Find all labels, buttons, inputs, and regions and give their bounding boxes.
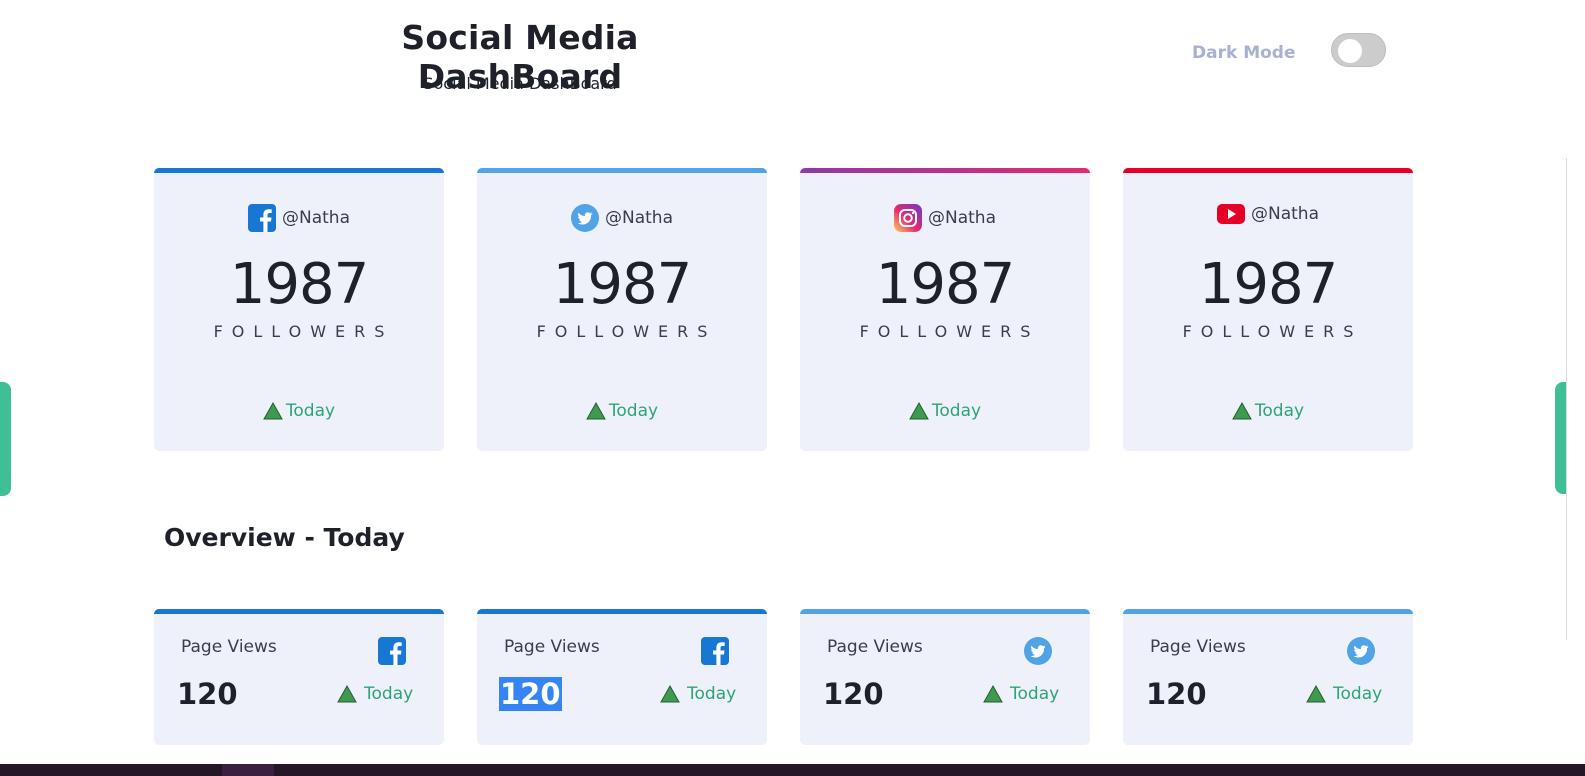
metric-value-selected: 120 (499, 677, 562, 711)
followers-label: FOLLOWERS (213, 322, 394, 341)
follower-card-twitter[interactable]: @Natha 1987 FOLLOWERS Today (477, 168, 767, 451)
followers-label: FOLLOWERS (536, 322, 717, 341)
metric-label: Page Views (504, 637, 600, 657)
card-handle: @Natha (1251, 204, 1319, 224)
metric-label: Page Views (1150, 637, 1246, 657)
facebook-icon (248, 204, 276, 232)
follower-card-instagram[interactable]: @Natha 1987 FOLLOWERS Today (800, 168, 1090, 451)
card-topbar (154, 609, 444, 614)
up-triangle-icon (337, 684, 357, 703)
trend-row: Today (154, 401, 444, 421)
trend-label: Today (608, 401, 659, 421)
follower-count: 1987 (1198, 252, 1339, 317)
up-triangle-icon (586, 401, 606, 420)
twitter-icon (571, 204, 599, 232)
trend-label: Today (687, 684, 737, 704)
dashboard-page: Social Media DashBoard Social Media Dash… (0, 0, 1585, 776)
taskbar-active-item[interactable] (222, 764, 274, 776)
facebook-icon (378, 637, 406, 665)
trend-row: Today (983, 684, 1059, 704)
overview-card[interactable]: Page Views 120 Today (154, 609, 444, 745)
metric-value: 120 (823, 677, 884, 711)
twitter-icon (1024, 637, 1052, 665)
up-triangle-icon (983, 684, 1003, 703)
trend-row: Today (1123, 401, 1413, 421)
card-handle-row: @Natha (477, 204, 767, 232)
trend-row: Today (660, 684, 736, 704)
overview-card[interactable]: Page Views 120 Today (800, 609, 1090, 745)
trend-row: Today (477, 401, 767, 421)
facebook-icon (701, 637, 729, 665)
trend-label: Today (1333, 684, 1383, 704)
follower-card-youtube[interactable]: @Natha 1987 FOLLOWERS Today (1123, 168, 1413, 451)
card-handle-row: @Natha (154, 204, 444, 232)
trend-label: Today (931, 401, 982, 421)
followers-label: FOLLOWERS (1182, 322, 1363, 341)
trend-row: Today (1306, 684, 1382, 704)
card-topbar (477, 168, 767, 173)
scrollbar-track[interactable] (1566, 158, 1567, 640)
up-triangle-icon (263, 401, 283, 420)
card-handle-row: @Natha (1123, 204, 1413, 224)
overview-card[interactable]: Page Views 120 Today (477, 609, 767, 745)
card-topbar (1123, 168, 1413, 173)
up-triangle-icon (660, 684, 680, 703)
trend-label: Today (1254, 401, 1305, 421)
dark-mode-toggle[interactable] (1331, 33, 1386, 67)
metric-value: 120 (177, 677, 238, 711)
card-topbar (154, 168, 444, 173)
follower-count: 1987 (552, 252, 693, 317)
follower-count: 1987 (875, 252, 1016, 317)
follower-card-facebook[interactable]: @Natha 1987 FOLLOWERS Today (154, 168, 444, 451)
trend-row: Today (337, 684, 413, 704)
youtube-icon (1217, 204, 1245, 224)
left-side-tab[interactable] (0, 382, 11, 496)
card-topbar (477, 609, 767, 614)
toggle-knob (1338, 39, 1362, 63)
trend-row: Today (800, 401, 1090, 421)
card-topbar (800, 609, 1090, 614)
trend-label: Today (1010, 684, 1060, 704)
page-subtitle: Social Media DashBoard (423, 74, 617, 93)
metric-value: 120 (1146, 677, 1207, 711)
follower-count: 1987 (229, 252, 370, 317)
card-topbar (800, 168, 1090, 173)
overview-card[interactable]: Page Views 120 Today (1123, 609, 1413, 745)
instagram-icon (894, 204, 922, 232)
card-handle-row: @Natha (800, 204, 1090, 232)
trend-label: Today (285, 401, 336, 421)
followers-label: FOLLOWERS (859, 322, 1040, 341)
metric-label: Page Views (181, 637, 277, 657)
up-triangle-icon (1232, 401, 1252, 420)
trend-label: Today (364, 684, 414, 704)
up-triangle-icon (1306, 684, 1326, 703)
card-topbar (1123, 609, 1413, 614)
up-triangle-icon (909, 401, 929, 420)
dark-mode-label: Dark Mode (1192, 43, 1296, 63)
card-handle: @Natha (282, 208, 350, 228)
overview-title: Overview - Today (164, 523, 405, 552)
card-handle: @Natha (605, 208, 673, 228)
twitter-icon (1347, 637, 1375, 665)
metric-label: Page Views (827, 637, 923, 657)
card-handle: @Natha (928, 208, 996, 228)
